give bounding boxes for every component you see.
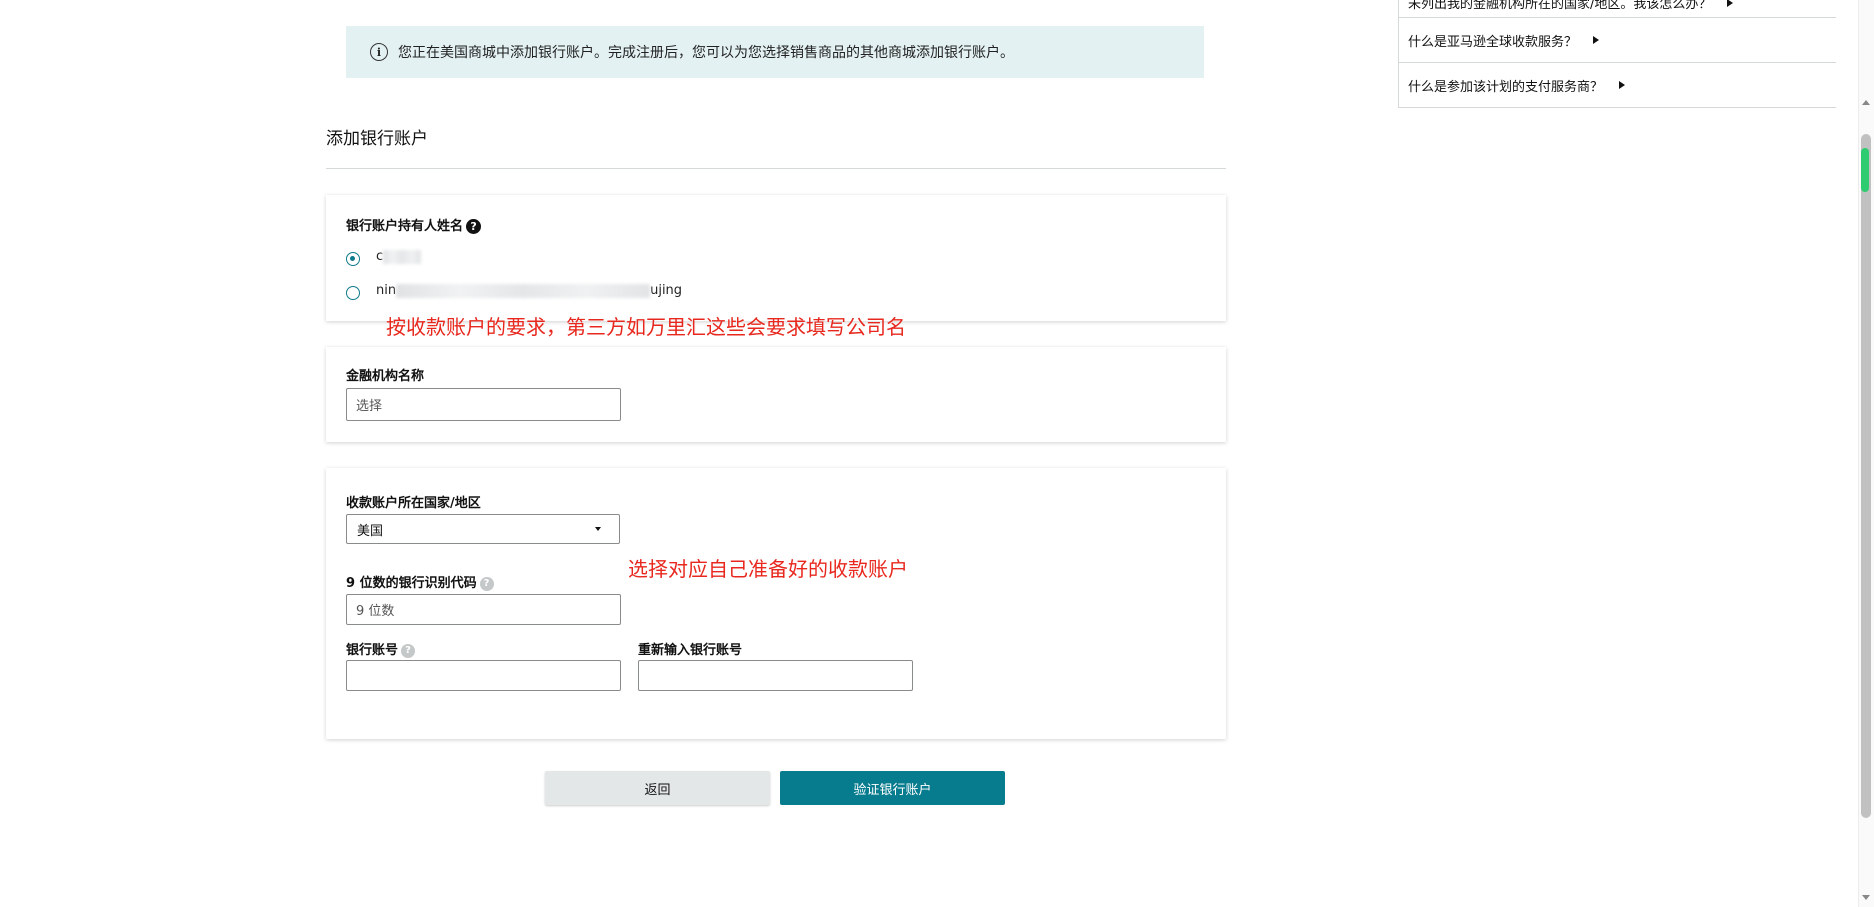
holder-label-row: 银行账户持有人姓名? (346, 215, 482, 234)
holder-option-2-suffix: ujing (650, 283, 683, 298)
holder-option-2[interactable]: nin ujing (376, 283, 682, 298)
page-title: 添加银行账户 (326, 129, 428, 149)
redacted-name (383, 249, 422, 264)
chevron-down-icon (595, 527, 601, 531)
caret-right-icon (1727, 0, 1734, 7)
holder-radio-2[interactable] (346, 286, 360, 300)
holder-option-1-prefix: c (376, 249, 384, 264)
faq-item-country-not-listed[interactable]: 未列出我的金融机构所在的国家/地区。我该怎么办？ (1398, 0, 1836, 18)
country-selected-value: 美国 (357, 523, 384, 539)
routing-label-row: 9 位数的银行识别代码? (346, 572, 494, 591)
redacted-name (396, 283, 651, 298)
question-icon[interactable]: ? (466, 219, 482, 234)
annotation-account-note: 选择对应自己准备好的收款账户 (628, 557, 908, 581)
confirm-account-label: 重新输入银行账号 (638, 643, 743, 658)
annotation-holder-note: 按收款账户的要求，第三方如万里汇这些会要求填写公司名 (386, 315, 906, 339)
routing-number-input[interactable]: 9 位数 (346, 594, 621, 625)
faq-item-label: 未列出我的金融机构所在的国家/地区。我该怎么办？ (1408, 0, 1712, 12)
routing-label: 9 位数的银行识别代码 (346, 576, 477, 591)
country-label: 收款账户所在国家/地区 (346, 496, 481, 511)
institution-label: 金融机构名称 (346, 369, 425, 384)
info-banner-text: 您正在美国商城中添加银行账户。完成注册后，您可以为您选择销售商品的其他商城添加银… (398, 45, 1014, 61)
account-number-label: 银行账号 (346, 643, 399, 658)
country-select[interactable]: 美国 (346, 514, 620, 544)
scrollbar-thumb[interactable] (1861, 134, 1871, 818)
holder-option-1[interactable]: c (376, 249, 422, 264)
scroll-down-icon[interactable] (1862, 895, 1870, 900)
confirm-account-number-input[interactable] (638, 660, 913, 691)
institution-select-input[interactable]: 选择 (346, 388, 621, 421)
holder-card: 银行账户持有人姓名? c nin ujing (326, 195, 1226, 321)
section-divider (326, 168, 1226, 169)
info-icon: i (370, 43, 388, 61)
faq-item-label: 什么是亚马逊全球收款服务？ (1408, 34, 1578, 50)
faq-item-label: 什么是参加该计划的支付服务商？ (1408, 79, 1604, 95)
verify-bank-account-button[interactable]: 验证银行账户 (780, 771, 1005, 805)
faq-item-payment-providers[interactable]: 什么是参加该计划的支付服务商？ (1398, 63, 1836, 108)
holder-radio-1[interactable] (346, 252, 360, 266)
caret-right-icon (1619, 81, 1626, 89)
scroll-up-icon[interactable] (1862, 100, 1870, 105)
bank-details-card: 收款账户所在国家/地区 美国 9 位数的银行识别代码? 9 位数 银行账号? 重… (326, 468, 1226, 739)
scroll-indicator (1861, 148, 1869, 192)
holder-label: 银行账户持有人姓名 (346, 219, 464, 234)
question-icon[interactable]: ? (479, 576, 494, 591)
back-button[interactable]: 返回 (545, 771, 770, 805)
question-icon[interactable]: ? (401, 643, 416, 658)
account-label-row: 银行账号? (346, 639, 416, 658)
holder-option-2-prefix: nin (376, 283, 397, 298)
info-banner: i 您正在美国商城中添加银行账户。完成注册后，您可以为您选择销售商品的其他商城添… (346, 26, 1204, 78)
caret-right-icon (1593, 36, 1600, 44)
account-number-input[interactable] (346, 660, 621, 691)
faq-item-global-payment-service[interactable]: 什么是亚马逊全球收款服务？ (1398, 18, 1836, 63)
institution-card: 金融机构名称 选择 (326, 347, 1226, 442)
